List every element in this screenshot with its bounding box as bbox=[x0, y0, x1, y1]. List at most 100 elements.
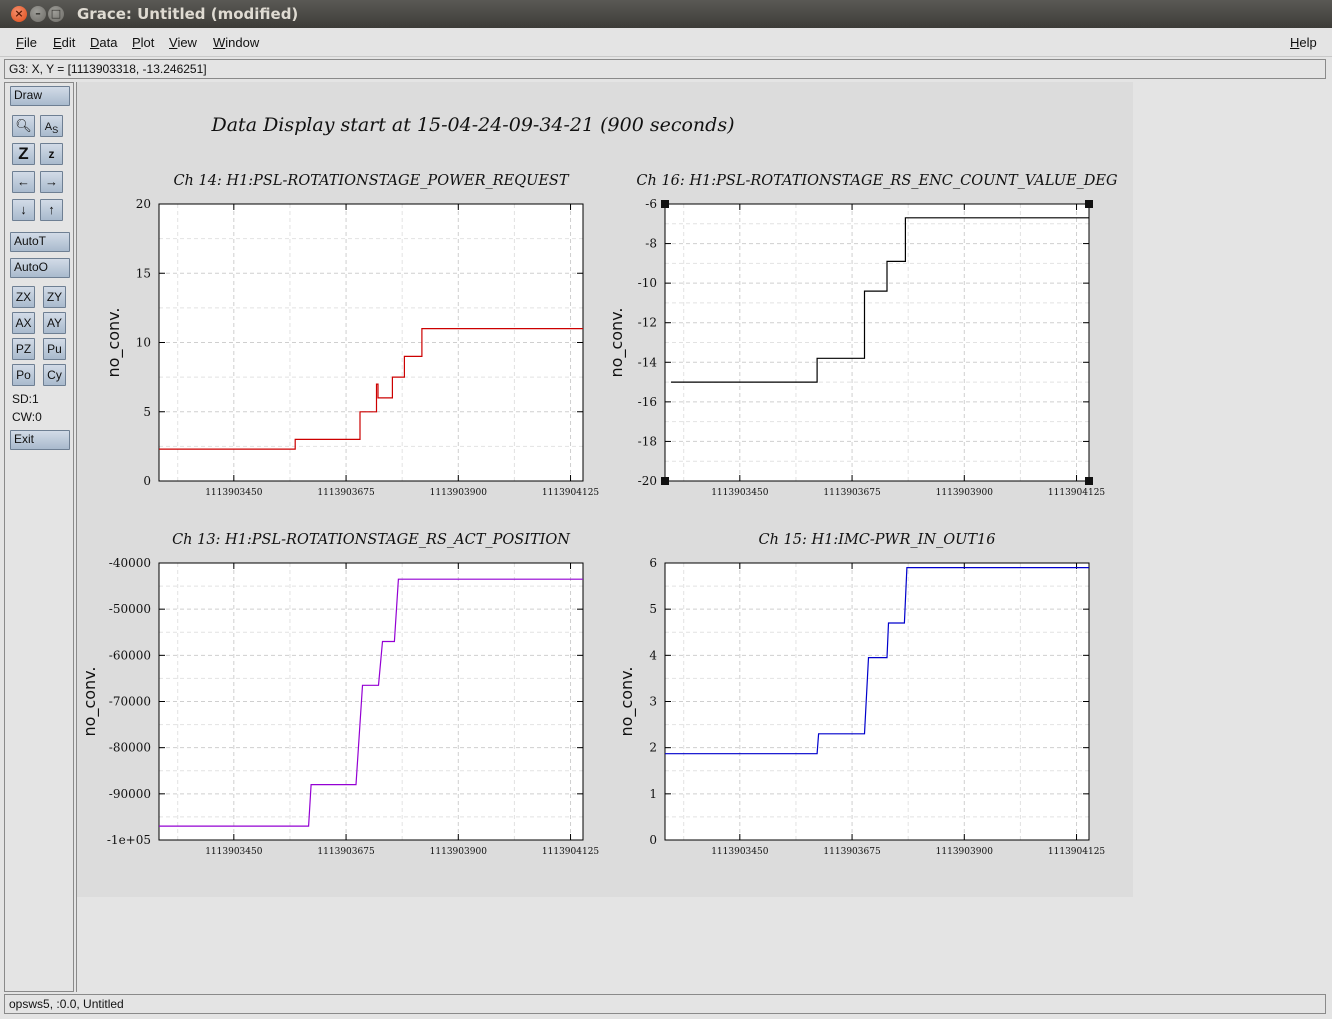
y-axis-label: no_conv. bbox=[104, 308, 124, 378]
canvas-frame[interactable]: Data Display start at 15-04-24-09-34-21 … bbox=[76, 82, 1326, 992]
x-tick-label: 1113903675 bbox=[823, 847, 881, 857]
y-axis-label: no_conv. bbox=[80, 667, 100, 737]
menu-plot[interactable]: Plot bbox=[132, 35, 154, 50]
cy-button[interactable]: Cy bbox=[43, 364, 66, 386]
y-tick-label: -1e+05 bbox=[107, 833, 151, 847]
cw-indicator: CW:0 bbox=[12, 410, 42, 424]
scroll-left-icon: ← bbox=[17, 174, 30, 189]
focus-handle bbox=[1085, 200, 1093, 208]
x-tick-label: 1113904125 bbox=[1048, 847, 1106, 857]
scroll-up-icon: ↑ bbox=[48, 202, 55, 217]
po-button[interactable]: Po bbox=[12, 364, 35, 386]
y-tick-label: 1 bbox=[649, 787, 657, 801]
y-tick-label: -10 bbox=[638, 276, 657, 290]
window-title: Grace: Untitled (modified) bbox=[77, 5, 299, 23]
y-tick-label: -14 bbox=[638, 355, 658, 369]
x-tick-label: 1113904125 bbox=[542, 847, 600, 857]
focus-handle bbox=[661, 200, 669, 208]
y-tick-label: 5 bbox=[649, 602, 657, 616]
ay-button[interactable]: AY bbox=[43, 312, 66, 334]
y-tick-label: 15 bbox=[136, 266, 151, 280]
tool-panel: Draw 🔍︎ AS Z z ← → ↓ ↑ AutoT AutoO ZX ZY… bbox=[4, 82, 74, 992]
y-tick-label: 20 bbox=[136, 197, 151, 211]
y-tick-label: 4 bbox=[649, 648, 657, 662]
x-tick-label: 1113903450 bbox=[711, 847, 769, 857]
menu-edit[interactable]: Edit bbox=[53, 35, 75, 50]
y-tick-label: -80000 bbox=[109, 741, 151, 755]
y-tick-label: -20 bbox=[638, 474, 657, 488]
autoscale-button[interactable]: AS bbox=[40, 115, 63, 137]
y-tick-label: -16 bbox=[638, 395, 657, 409]
graph-title: Ch 16: H1:PSL-ROTATIONSTAGE_RS_ENC_COUNT… bbox=[636, 173, 1117, 189]
menu-data[interactable]: Data bbox=[90, 35, 117, 50]
maximize-icon[interactable]: □ bbox=[48, 6, 64, 22]
focus-handle bbox=[1085, 477, 1093, 485]
draw-button[interactable]: Draw bbox=[10, 86, 70, 106]
y-tick-label: -60000 bbox=[109, 648, 151, 662]
scroll-up-button[interactable]: ↑ bbox=[40, 199, 63, 221]
x-tick-label: 1113904125 bbox=[1048, 488, 1106, 498]
y-tick-label: 2 bbox=[649, 741, 657, 755]
graph-2: Ch 16: H1:PSL-ROTATIONSTAGE_RS_ENC_COUNT… bbox=[607, 173, 1118, 498]
y-axis-label: no_conv. bbox=[617, 667, 637, 737]
menu-view[interactable]: View bbox=[169, 35, 197, 50]
canvas-title: Data Display start at 15-04-24-09-34-21 … bbox=[211, 114, 735, 136]
graph-title: Ch 14: H1:PSL-ROTATIONSTAGE_POWER_REQUES… bbox=[173, 173, 569, 189]
menu-bar: File Edit Data Plot View Window Help bbox=[0, 28, 1332, 57]
scroll-down-button[interactable]: ↓ bbox=[12, 199, 35, 221]
close-icon[interactable]: × bbox=[11, 6, 27, 22]
y-tick-label: -40000 bbox=[109, 556, 151, 570]
locator-bar: G3: X, Y = [1113903318, -13.246251] bbox=[4, 59, 1326, 79]
y-tick-label: 6 bbox=[649, 556, 657, 570]
menu-help[interactable]: Help bbox=[1290, 35, 1317, 50]
exit-button[interactable]: Exit bbox=[10, 430, 70, 450]
graph-4: Ch 15: H1:IMC-PWR_IN_OUT16 no_conv. 0 1 2 3 4 5… bbox=[617, 532, 1105, 857]
minimize-icon[interactable]: – bbox=[30, 6, 46, 22]
y-tick-label: -8 bbox=[645, 237, 657, 251]
zoom-out-button[interactable]: z bbox=[40, 143, 63, 165]
focus-handle bbox=[661, 477, 669, 485]
graph-3: Ch 13: H1:PSL-ROTATIONSTAGE_RS_ACT_POSIT… bbox=[80, 532, 599, 857]
plot-canvas[interactable]: Data Display start at 15-04-24-09-34-21 … bbox=[77, 82, 1133, 897]
scroll-left-button[interactable]: ← bbox=[12, 171, 35, 193]
autot-button[interactable]: AutoT bbox=[10, 232, 70, 252]
title-bar: × – □ Grace: Untitled (modified) bbox=[0, 0, 1332, 28]
zoom-icon: 🔍︎ bbox=[15, 118, 32, 133]
zoom-in-button[interactable]: Z bbox=[12, 143, 35, 165]
ax-button[interactable]: AX bbox=[12, 312, 35, 334]
zx-button[interactable]: ZX bbox=[12, 286, 35, 308]
pu-button[interactable]: Pu bbox=[43, 338, 66, 360]
x-tick-label: 1113903450 bbox=[205, 488, 263, 498]
x-tick-label: 1113903900 bbox=[430, 847, 488, 857]
autoo-button[interactable]: AutoO bbox=[10, 258, 70, 278]
x-tick-label: 1113903900 bbox=[936, 488, 994, 498]
y-tick-label: -18 bbox=[638, 434, 657, 448]
y-tick-label: 0 bbox=[143, 474, 151, 488]
y-tick-label: 5 bbox=[143, 405, 151, 419]
y-tick-label: -90000 bbox=[109, 787, 151, 801]
graph-title: Ch 15: H1:IMC-PWR_IN_OUT16 bbox=[758, 532, 995, 548]
x-tick-label: 1113903675 bbox=[317, 847, 375, 857]
y-tick-label: -6 bbox=[645, 197, 657, 211]
menu-file[interactable]: File bbox=[16, 35, 37, 50]
zy-button[interactable]: ZY bbox=[43, 286, 66, 308]
menu-window[interactable]: Window bbox=[213, 35, 259, 50]
x-tick-label: 1113903450 bbox=[711, 488, 769, 498]
y-tick-label: -50000 bbox=[109, 602, 151, 616]
scroll-right-button[interactable]: → bbox=[40, 171, 63, 193]
graph-title: Ch 13: H1:PSL-ROTATIONSTAGE_RS_ACT_POSIT… bbox=[172, 532, 571, 548]
plot-svg[interactable]: Data Display start at 15-04-24-09-34-21 … bbox=[77, 82, 1133, 897]
status-bar: opsws5, :0.0, Untitled bbox=[4, 994, 1326, 1014]
x-tick-label: 1113904125 bbox=[542, 488, 600, 498]
pz-button[interactable]: PZ bbox=[12, 338, 35, 360]
zoom-button[interactable]: 🔍︎ bbox=[12, 115, 35, 137]
y-tick-label: 3 bbox=[649, 695, 657, 709]
y-tick-label: -12 bbox=[638, 316, 657, 330]
x-tick-label: 1113903450 bbox=[205, 847, 263, 857]
graph-1: Ch 14: H1:PSL-ROTATIONSTAGE_POWER_REQUES… bbox=[104, 173, 599, 498]
x-tick-label: 1113903900 bbox=[430, 488, 488, 498]
scroll-down-icon: ↓ bbox=[20, 202, 27, 217]
zoom-out-icon: z bbox=[48, 147, 55, 161]
y-tick-label: 10 bbox=[136, 336, 151, 350]
y-tick-label: -70000 bbox=[109, 695, 151, 709]
